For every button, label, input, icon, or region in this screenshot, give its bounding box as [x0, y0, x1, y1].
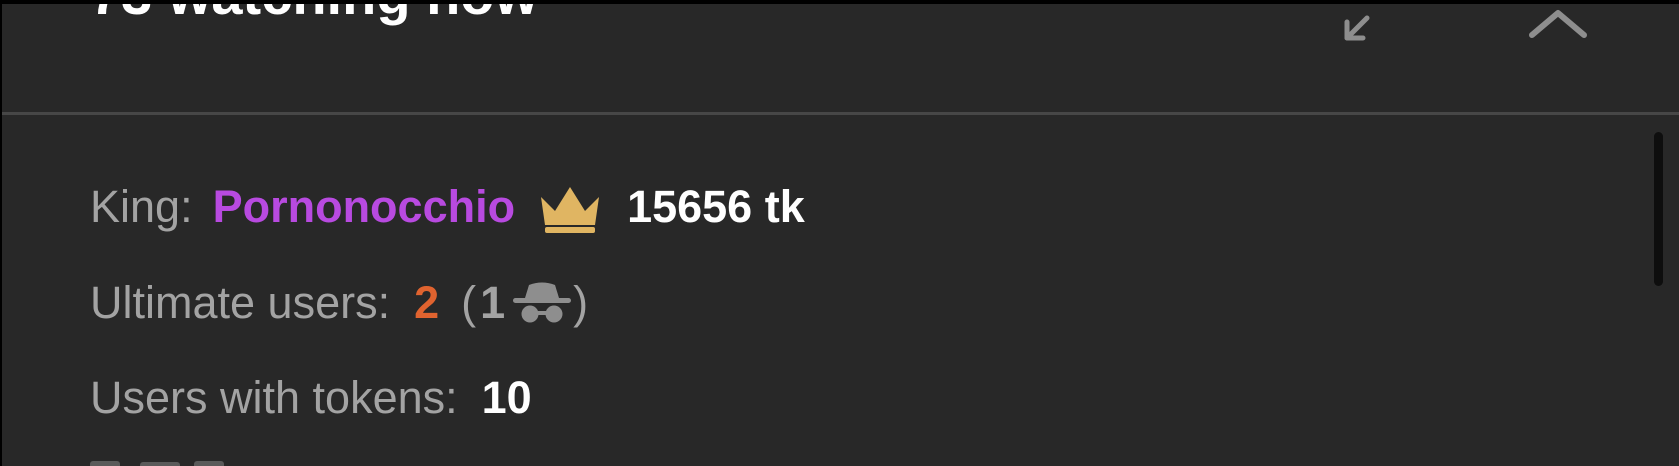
header-divider [2, 112, 1679, 115]
next-row-cut-off [90, 456, 230, 466]
minimize-button[interactable] [1324, 4, 1388, 54]
watching-count-title: 73 watching now [90, 4, 538, 27]
users-with-tokens-label: Users with tokens: [90, 372, 458, 423]
users-with-tokens-count: 10 [481, 372, 532, 423]
scrollbar[interactable] [1654, 132, 1663, 286]
chevron-up-icon [1529, 10, 1587, 38]
king-row: King: Pornonocchio 15656 tk [90, 177, 805, 237]
ultimate-users-row: Ultimate users: 2 ( 1 ) [90, 273, 588, 333]
anonymous-users-count: 1 [480, 277, 506, 328]
users-with-tokens-row: Users with tokens: 10 [90, 368, 532, 428]
open-paren: ( [461, 277, 477, 328]
king-label: King: [90, 181, 193, 232]
king-username[interactable]: Pornonocchio [213, 181, 516, 233]
close-paren: ) [573, 277, 589, 328]
ultimate-users-label: Ultimate users: [90, 277, 391, 328]
arrow-down-left-icon [1344, 15, 1370, 41]
ultimate-users-count: 2 [414, 277, 440, 328]
crown-icon [541, 187, 600, 233]
king-tokens: 15656 tk [627, 181, 805, 232]
panel-header: 73 watching now [2, 4, 1679, 112]
collapse-button[interactable] [1520, 4, 1596, 54]
viewers-panel: 73 watching now King: Pornonocchio 15656… [2, 4, 1679, 466]
spy-icon [513, 282, 572, 323]
